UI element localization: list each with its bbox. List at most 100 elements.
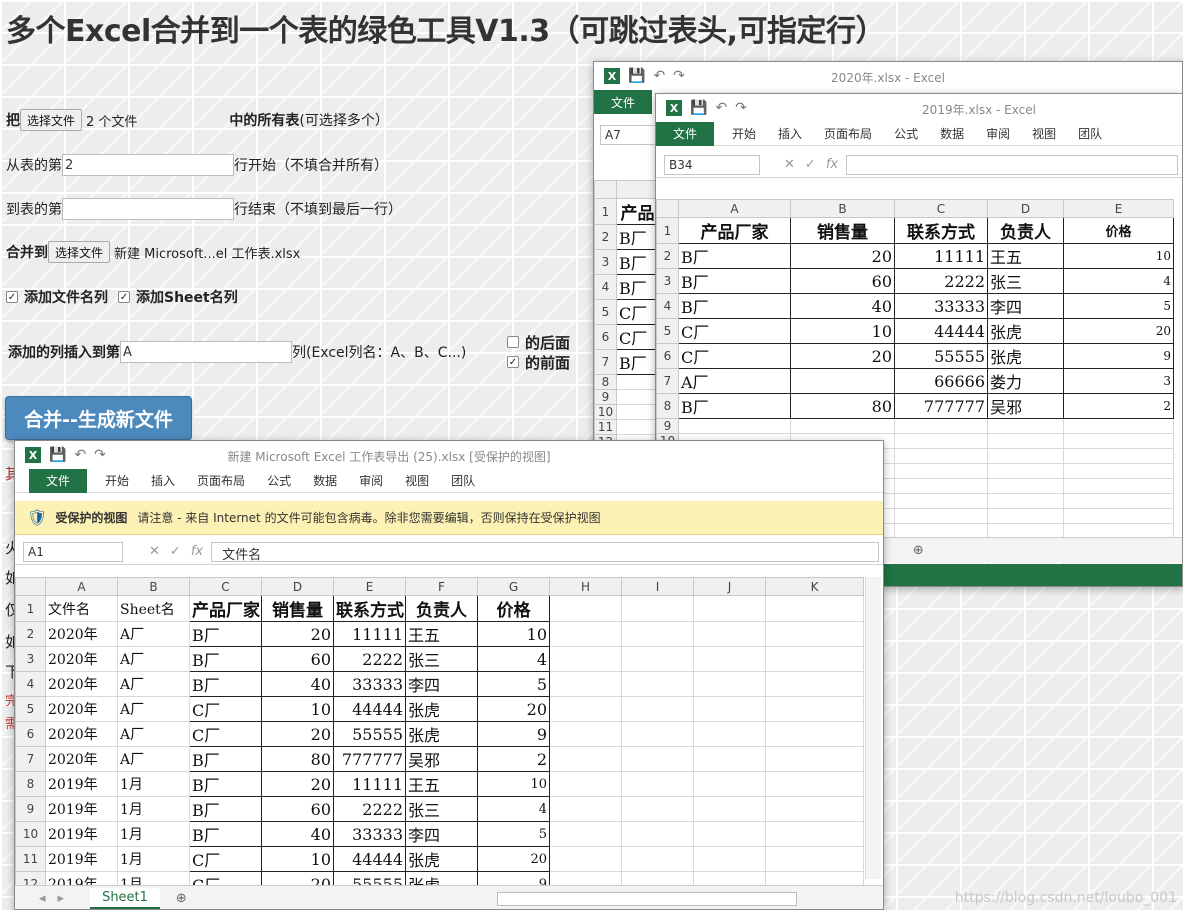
empty-cell[interactable] bbox=[693, 846, 766, 872]
cell[interactable]: B厂 bbox=[678, 268, 791, 294]
name-box[interactable]: B34 bbox=[664, 154, 760, 175]
empty-cell[interactable] bbox=[693, 595, 766, 622]
column-header[interactable]: A bbox=[45, 577, 118, 596]
ribbon-tab-data[interactable]: 数据 bbox=[313, 472, 337, 489]
fx-icon[interactable]: fx bbox=[191, 544, 203, 559]
ribbon-tab-layout[interactable]: 页面布局 bbox=[824, 125, 872, 142]
empty-cell[interactable] bbox=[693, 746, 766, 772]
undo-icon[interactable]: ↶ bbox=[74, 447, 86, 463]
redo-icon[interactable]: ↷ bbox=[735, 100, 747, 116]
excel-window-merged[interactable]: X 💾 ↶ ↷ 新建 Microsoft Excel 工作表导出 (25).xl… bbox=[14, 440, 884, 910]
redo-icon[interactable]: ↷ bbox=[673, 68, 685, 84]
empty-cell[interactable] bbox=[894, 508, 988, 524]
empty-cell[interactable] bbox=[1063, 463, 1174, 479]
cell[interactable]: B厂 bbox=[678, 293, 791, 319]
cell[interactable]: 联系方式 bbox=[333, 595, 406, 622]
empty-cell[interactable] bbox=[693, 646, 766, 672]
next-sheet-icon[interactable]: ▸ bbox=[58, 891, 65, 906]
cell[interactable]: 王五 bbox=[987, 243, 1064, 269]
cell[interactable]: 2019年 bbox=[45, 821, 118, 847]
vertical-scrollbar[interactable] bbox=[865, 577, 881, 879]
cell[interactable]: B厂 bbox=[189, 746, 262, 772]
cell[interactable]: Sheet名 bbox=[117, 595, 190, 622]
empty-cell[interactable] bbox=[616, 374, 659, 390]
empty-cell[interactable] bbox=[621, 646, 694, 672]
empty-cell[interactable] bbox=[790, 418, 895, 434]
cell[interactable]: 2 bbox=[1063, 393, 1174, 419]
empty-cell[interactable] bbox=[765, 646, 864, 672]
merge-submit-button[interactable]: 合并--生成新文件 bbox=[5, 396, 192, 440]
cell[interactable]: 33333 bbox=[333, 671, 406, 697]
empty-cell[interactable] bbox=[693, 721, 766, 747]
empty-cell[interactable] bbox=[621, 621, 694, 647]
cell[interactable]: 3 bbox=[1063, 368, 1174, 394]
empty-cell[interactable] bbox=[765, 721, 864, 747]
cell[interactable]: 销售量 bbox=[790, 217, 895, 244]
column-header[interactable] bbox=[616, 180, 659, 199]
empty-cell[interactable] bbox=[549, 796, 622, 822]
empty-cell[interactable] bbox=[621, 821, 694, 847]
ribbon-tab-review[interactable]: 审阅 bbox=[986, 125, 1010, 142]
cell[interactable]: 2020年 bbox=[45, 696, 118, 722]
empty-cell[interactable] bbox=[894, 418, 988, 434]
cell[interactable]: A厂 bbox=[117, 646, 190, 672]
cell[interactable]: C厂 bbox=[678, 318, 791, 344]
column-header[interactable]: K bbox=[765, 577, 864, 596]
empty-cell[interactable] bbox=[549, 671, 622, 697]
add-sheet-icon[interactable]: ⊕ bbox=[913, 543, 924, 558]
empty-cell[interactable] bbox=[1063, 493, 1174, 509]
cell[interactable]: 张三 bbox=[405, 796, 478, 822]
cell[interactable]: 11111 bbox=[333, 771, 406, 797]
sheet-tab-sheet1[interactable]: Sheet1 bbox=[90, 888, 160, 909]
file-tab[interactable]: 文件 bbox=[594, 90, 653, 114]
empty-cell[interactable] bbox=[765, 796, 864, 822]
empty-cell[interactable] bbox=[987, 418, 1064, 434]
cell[interactable]: 娄力 bbox=[987, 368, 1064, 394]
cell[interactable]: 李四 bbox=[405, 821, 478, 847]
file-tab[interactable]: 文件 bbox=[656, 121, 715, 146]
column-header[interactable]: I bbox=[621, 577, 694, 596]
cell[interactable]: 60 bbox=[261, 646, 334, 672]
name-box[interactable]: A7 bbox=[600, 125, 656, 145]
empty-cell[interactable] bbox=[549, 846, 622, 872]
cell[interactable]: 40 bbox=[261, 821, 334, 847]
cell[interactable]: 33333 bbox=[894, 293, 988, 319]
column-header[interactable]: J bbox=[693, 577, 766, 596]
cell[interactable]: B厂 bbox=[189, 646, 262, 672]
cell[interactable]: 66666 bbox=[894, 368, 988, 394]
cancel-icon[interactable]: ✕ bbox=[784, 157, 795, 172]
start-row-input[interactable] bbox=[62, 154, 234, 176]
column-header[interactable]: E bbox=[1063, 199, 1174, 218]
empty-cell[interactable] bbox=[693, 671, 766, 697]
cell[interactable]: 张虎 bbox=[405, 721, 478, 747]
prev-sheet-icon[interactable]: ◂ bbox=[39, 891, 46, 906]
cell[interactable]: 1月 bbox=[117, 821, 190, 847]
empty-cell[interactable] bbox=[549, 746, 622, 772]
cell[interactable]: 2020年 bbox=[45, 746, 118, 772]
cell[interactable] bbox=[790, 368, 895, 394]
cell[interactable]: 40 bbox=[790, 293, 895, 319]
before-checkbox[interactable]: ✓ bbox=[507, 356, 519, 368]
ribbon-tab-view[interactable]: 视图 bbox=[1032, 125, 1056, 142]
cell[interactable]: B厂 bbox=[189, 821, 262, 847]
cell[interactable]: 2019年 bbox=[45, 796, 118, 822]
column-header[interactable]: F bbox=[405, 577, 478, 596]
cell[interactable]: B厂 bbox=[189, 771, 262, 797]
cancel-icon[interactable]: ✕ bbox=[149, 544, 160, 559]
cell[interactable]: 1月 bbox=[117, 846, 190, 872]
empty-cell[interactable] bbox=[765, 696, 864, 722]
cell[interactable]: 2020年 bbox=[45, 621, 118, 647]
cell[interactable]: 负责人 bbox=[405, 595, 478, 622]
add-sheet-icon[interactable]: ⊕ bbox=[176, 891, 187, 906]
cell[interactable]: 55555 bbox=[894, 343, 988, 369]
cell[interactable]: 5 bbox=[477, 671, 550, 697]
formula-bar[interactable]: 文件名 bbox=[211, 541, 879, 563]
save-icon[interactable]: 💾 bbox=[49, 447, 66, 463]
cell[interactable]: 联系方式 bbox=[894, 217, 988, 244]
column-header[interactable]: G bbox=[477, 577, 550, 596]
empty-cell[interactable] bbox=[894, 448, 988, 464]
empty-cell[interactable] bbox=[678, 418, 791, 434]
cell[interactable]: 20 bbox=[790, 243, 895, 269]
cell[interactable]: B厂 bbox=[616, 274, 659, 300]
cell[interactable]: 张虎 bbox=[405, 696, 478, 722]
